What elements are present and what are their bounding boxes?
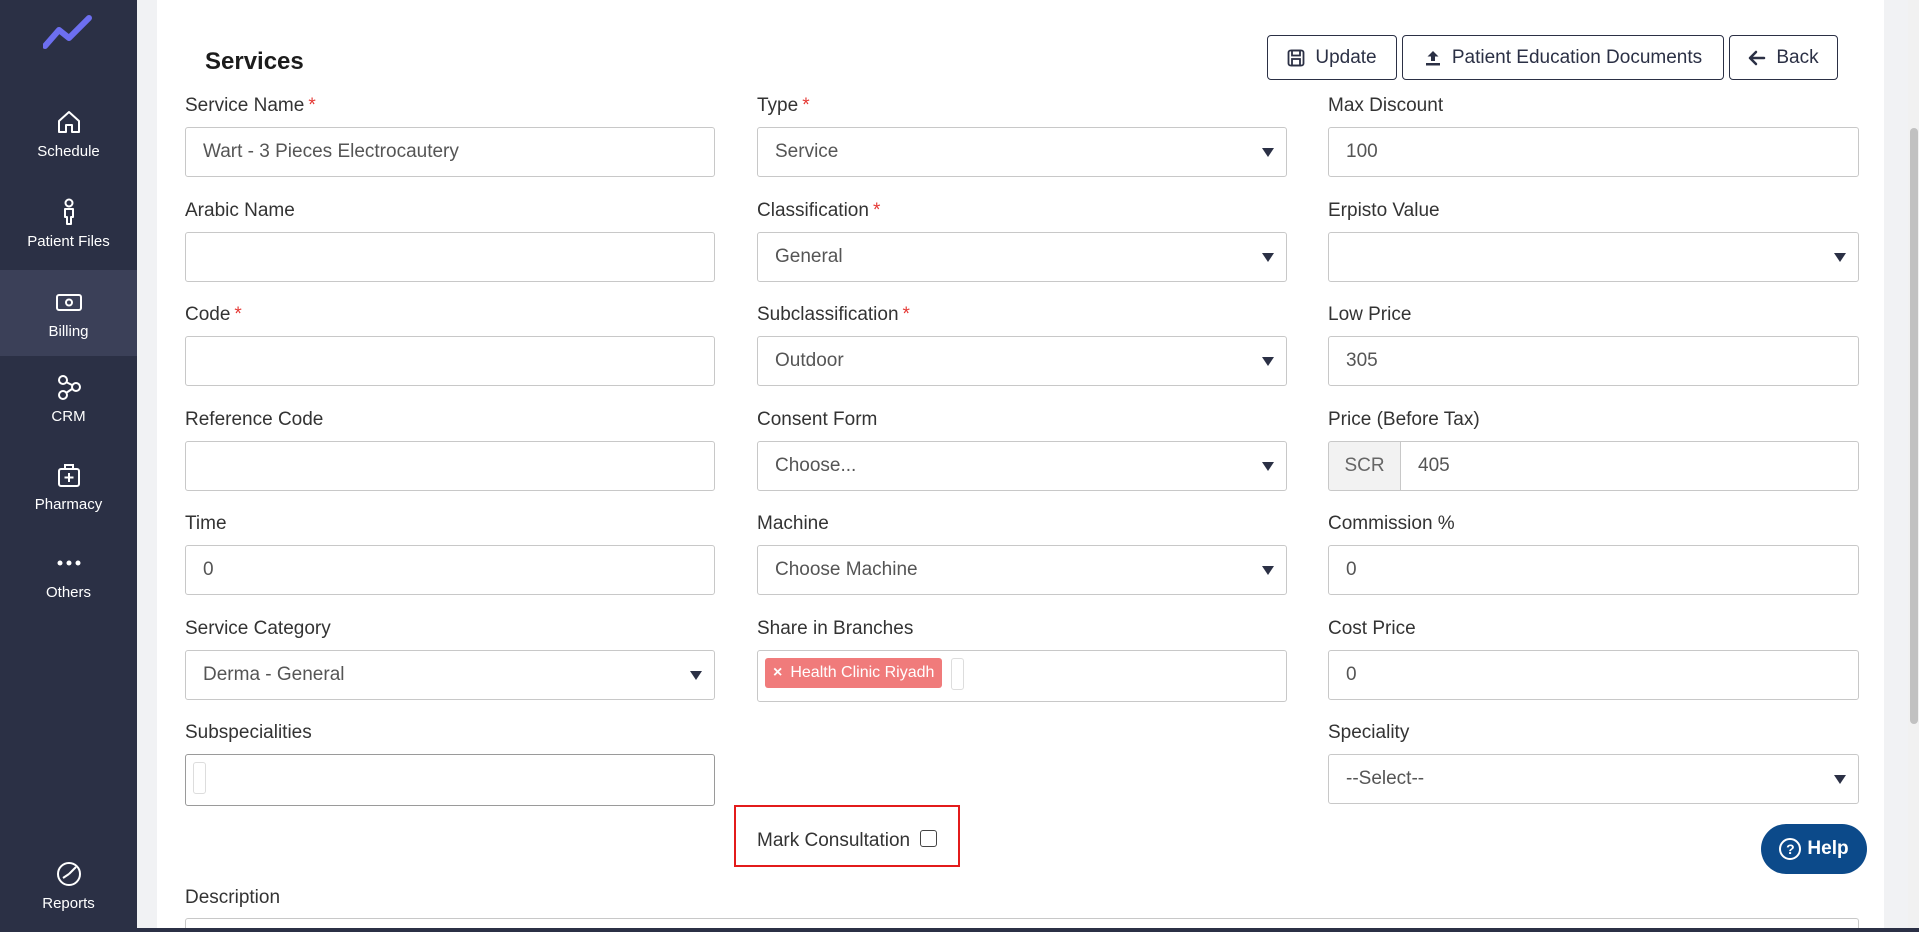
erpisto-value-select[interactable] [1328, 232, 1859, 282]
caret-down-icon [1262, 462, 1274, 471]
reference-code-label: Reference Code [185, 409, 324, 430]
arabic-name-label: Arabic Name [185, 200, 295, 221]
sidebar-item-label: Patient Files [27, 232, 110, 250]
sidebar-item-others[interactable]: Others [0, 531, 137, 617]
mark-consultation-label: Mark Consultation [757, 830, 911, 851]
service-category-select[interactable]: Derma - General [185, 650, 715, 700]
speciality-select[interactable]: --Select-- [1328, 754, 1859, 804]
update-button[interactable]: Update [1267, 35, 1397, 80]
service-name-input[interactable]: Wart - 3 Pieces Electrocautery [185, 127, 715, 177]
more-icon [57, 560, 80, 565]
upload-icon [1425, 50, 1440, 65]
sidebar: Schedule Patient Files Billing CRM Pharm… [0, 0, 137, 932]
consent-form-label: Consent Form [757, 409, 878, 430]
billing-icon [55, 293, 82, 311]
person-icon [63, 198, 74, 225]
reference-code-input[interactable] [185, 441, 715, 491]
sidebar-item-label: Others [45, 583, 91, 601]
main-gutter [137, 0, 157, 932]
caret-down-icon [1834, 775, 1846, 784]
bottom-bar [60, 928, 1919, 932]
caret-down-icon [1262, 253, 1274, 262]
time-label: Time [185, 513, 227, 534]
erpisto-value-label: Erpisto Value [1328, 200, 1440, 221]
consent-form-select[interactable]: Choose... [757, 441, 1287, 491]
sidebar-item-schedule[interactable]: Schedule [0, 90, 137, 176]
sidebar-item-billing[interactable]: Billing [0, 270, 137, 356]
update-button-label: Update [1315, 46, 1377, 68]
sidebar-item-label: CRM [51, 407, 86, 425]
pharmacy-icon [57, 463, 80, 487]
machine-label: Machine [757, 513, 829, 534]
logo-icon [43, 15, 92, 49]
time-input[interactable]: 0 [185, 545, 715, 595]
mark-consultation-checkbox[interactable] [920, 830, 937, 847]
caret-down-icon [1262, 148, 1274, 157]
commission-input[interactable]: 0 [1328, 545, 1859, 595]
price-input[interactable]: 405 [1400, 441, 1859, 491]
scrollbar-thumb[interactable] [1910, 128, 1918, 724]
price-before-tax-label: Price (Before Tax) [1328, 409, 1480, 430]
patient-education-documents-button[interactable]: Patient Education Documents [1402, 35, 1724, 80]
machine-select[interactable]: Choose Machine [757, 545, 1287, 595]
caret-down-icon [1834, 253, 1846, 262]
service-category-label: Service Category [185, 618, 331, 639]
subspecialities-label: Subspecialities [185, 722, 312, 743]
remove-tag-icon[interactable]: × [773, 664, 782, 682]
caret-down-icon [1262, 357, 1274, 366]
save-icon [1287, 49, 1305, 66]
subclassification-label: Subclassification * [757, 304, 910, 325]
low-price-input[interactable]: 305 [1328, 336, 1859, 386]
question-icon: ? [1779, 838, 1802, 860]
reports-icon [56, 861, 81, 886]
sidebar-item-pharmacy[interactable]: Pharmacy [0, 443, 137, 529]
max-discount-label: Max Discount [1328, 95, 1444, 116]
service-name-label: Service Name * [185, 95, 316, 116]
sidebar-item-label: Pharmacy [34, 495, 103, 513]
help-button-label: Help [1807, 838, 1849, 859]
right-gutter [1884, 0, 1908, 932]
help-button[interactable]: ? Help [1761, 824, 1867, 874]
low-price-label: Low Price [1328, 304, 1412, 325]
arabic-name-input[interactable] [185, 232, 715, 282]
code-input[interactable] [185, 336, 715, 386]
branch-tag: × Health Clinic Riyadh [765, 658, 943, 688]
classification-label: Classification * [757, 200, 881, 221]
sidebar-item-label: Schedule [37, 142, 100, 160]
code-label: Code * [185, 304, 242, 325]
subspecialities-multiselect[interactable] [185, 754, 715, 806]
cost-price-label: Cost Price [1328, 618, 1416, 639]
back-button[interactable]: Back [1729, 35, 1838, 80]
sidebar-item-crm[interactable]: CRM [0, 355, 137, 441]
back-button-label: Back [1776, 46, 1819, 68]
description-label: Description [185, 887, 281, 908]
branch-tag-label: Health Clinic Riyadh [790, 664, 935, 681]
type-select[interactable]: Service [757, 127, 1287, 177]
classification-select[interactable]: General [757, 232, 1287, 282]
caret-down-icon [690, 671, 702, 680]
subspecialities-search-input[interactable] [193, 762, 206, 794]
patient-education-documents-label: Patient Education Documents [1451, 46, 1703, 68]
currency-prefix: SCR [1328, 441, 1401, 491]
cost-price-input[interactable]: 0 [1328, 650, 1859, 700]
sidebar-item-patient-files[interactable]: Patient Files [0, 180, 137, 266]
subclassification-select[interactable]: Outdoor [757, 336, 1287, 386]
max-discount-input[interactable]: 100 [1328, 127, 1859, 177]
caret-down-icon [1262, 566, 1274, 575]
crm-icon [57, 374, 81, 400]
branch-search-input[interactable] [951, 658, 964, 690]
sidebar-item-reports[interactable]: Reports [0, 842, 137, 928]
type-label: Type * [757, 95, 810, 116]
page-title: Services [205, 48, 304, 75]
speciality-label: Speciality [1328, 722, 1410, 743]
arrow-left-icon [1749, 50, 1766, 65]
commission-label: Commission % [1328, 513, 1455, 534]
sidebar-item-label: Billing [48, 322, 89, 340]
share-in-branches-label: Share in Branches [757, 618, 914, 639]
sidebar-item-label: Reports [42, 894, 95, 912]
home-icon [57, 110, 80, 133]
